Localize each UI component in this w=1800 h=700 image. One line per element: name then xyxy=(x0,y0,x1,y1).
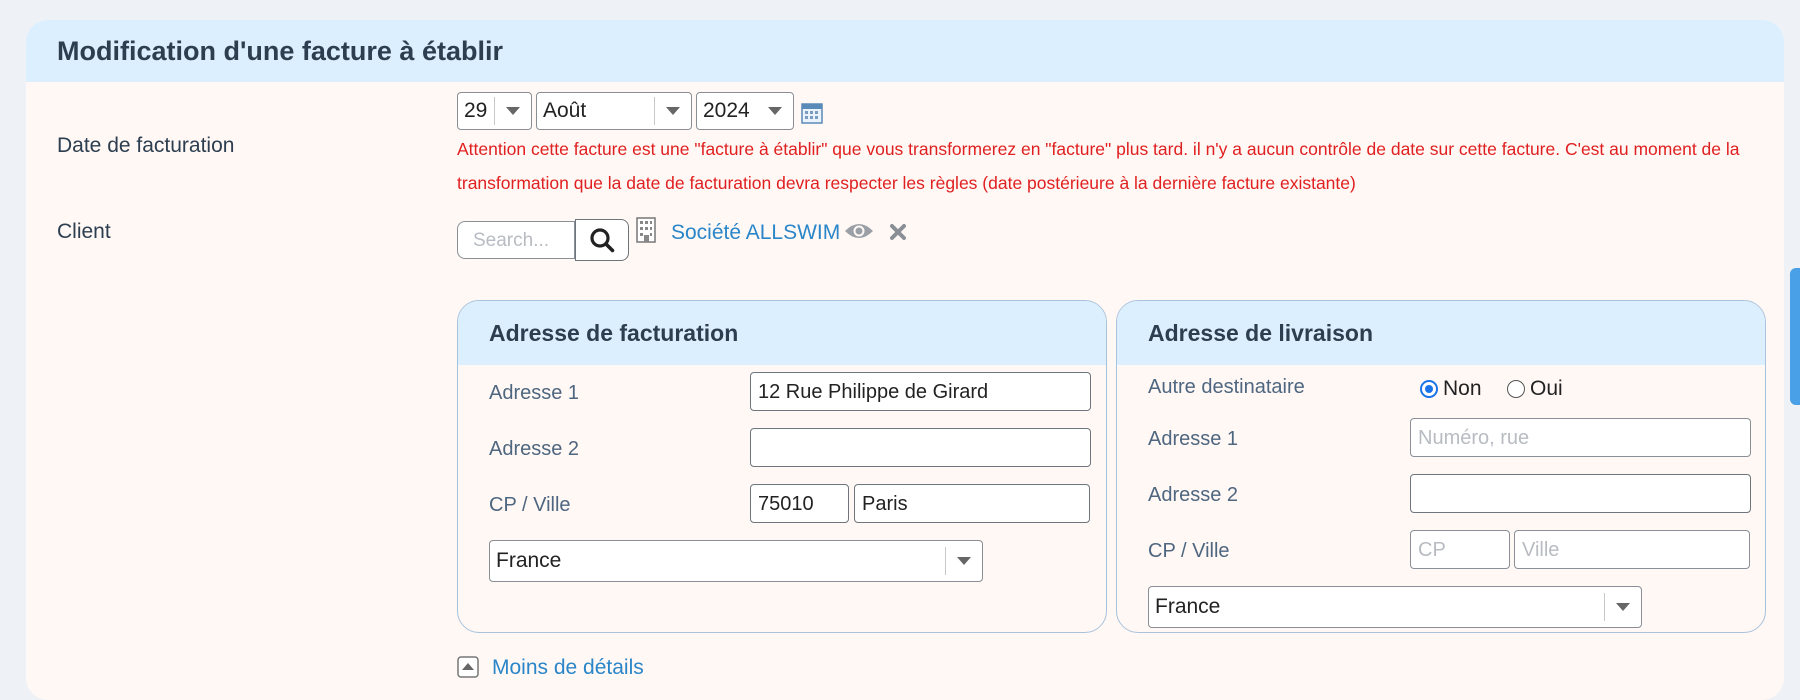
month-value: Août xyxy=(543,99,587,122)
year-value: 2024 xyxy=(703,99,750,122)
billing-country-select[interactable]: France xyxy=(489,540,983,582)
chevron-down-icon xyxy=(757,107,793,115)
eye-icon[interactable] xyxy=(844,221,874,241)
details-toggle-link[interactable]: Moins de détails xyxy=(492,656,644,680)
day-select[interactable]: 29 xyxy=(457,92,532,130)
billing-address2-input[interactable] xyxy=(750,428,1091,467)
billing-date-warning: Attention cette facture est une "facture… xyxy=(457,139,1740,193)
billing-address1-label: Adresse 1 xyxy=(489,382,580,404)
delivery-address-title: Adresse de livraison xyxy=(1117,301,1765,365)
search-icon xyxy=(590,228,615,253)
other-recipient-label: Autre destinataire xyxy=(1148,376,1305,398)
chevron-down-icon xyxy=(495,107,531,115)
radio-dot xyxy=(1507,380,1525,398)
chevron-down-icon xyxy=(1605,603,1641,611)
billing-address2-label: Adresse 2 xyxy=(489,438,580,460)
delivery-address-card: Adresse de livraison Autre destinataire … xyxy=(1116,300,1766,633)
search-button[interactable] xyxy=(575,219,629,261)
radio-oui[interactable]: Oui xyxy=(1507,377,1563,401)
month-select[interactable]: Août xyxy=(536,92,692,130)
delivery-country-value: France xyxy=(1155,595,1221,618)
side-scroll-tab[interactable] xyxy=(1790,268,1800,405)
close-icon[interactable] xyxy=(889,223,907,241)
client-search-input[interactable]: Search... xyxy=(457,221,575,259)
billing-cp-city-label: CP / Ville xyxy=(489,494,571,516)
chevron-down-icon xyxy=(655,107,691,115)
billing-date-label: Date de facturation xyxy=(57,134,235,157)
client-label: Client xyxy=(57,220,111,243)
delivery-address1-label: Adresse 1 xyxy=(1148,428,1239,450)
building-icon xyxy=(636,217,656,243)
billing-address-card: Adresse de facturation Adresse 1 12 Rue … xyxy=(457,300,1107,633)
delivery-address2-label: Adresse 2 xyxy=(1148,484,1239,506)
billing-country-value: France xyxy=(496,549,562,572)
billing-address-title: Adresse de facturation xyxy=(458,301,1106,365)
delivery-address2-input[interactable] xyxy=(1410,474,1751,513)
client-link[interactable]: Société ALLSWIM xyxy=(671,221,840,245)
delivery-cp-input[interactable]: CP xyxy=(1410,530,1510,569)
delivery-address1-input[interactable]: Numéro, rue xyxy=(1410,418,1751,457)
year-select[interactable]: 2024 xyxy=(696,92,794,130)
invoice-form-card: Modification d'une facture à établir Dat… xyxy=(26,20,1784,700)
delivery-city-input[interactable]: Ville xyxy=(1514,530,1750,569)
delivery-country-select[interactable]: France xyxy=(1148,586,1642,628)
billing-address1-input[interactable]: 12 Rue Philippe de Girard xyxy=(750,372,1091,411)
delivery-cp-city-label: CP / Ville xyxy=(1148,540,1230,562)
page-title: Modification d'une facture à établir xyxy=(26,20,1784,82)
billing-city-input[interactable]: Paris xyxy=(854,484,1090,523)
day-value: 29 xyxy=(464,99,488,122)
billing-cp-input[interactable]: 75010 xyxy=(750,484,849,523)
chevron-down-icon xyxy=(946,557,982,565)
calendar-icon[interactable] xyxy=(800,101,824,125)
radio-dot-selected xyxy=(1420,380,1438,398)
radio-non[interactable]: Non xyxy=(1420,377,1482,401)
